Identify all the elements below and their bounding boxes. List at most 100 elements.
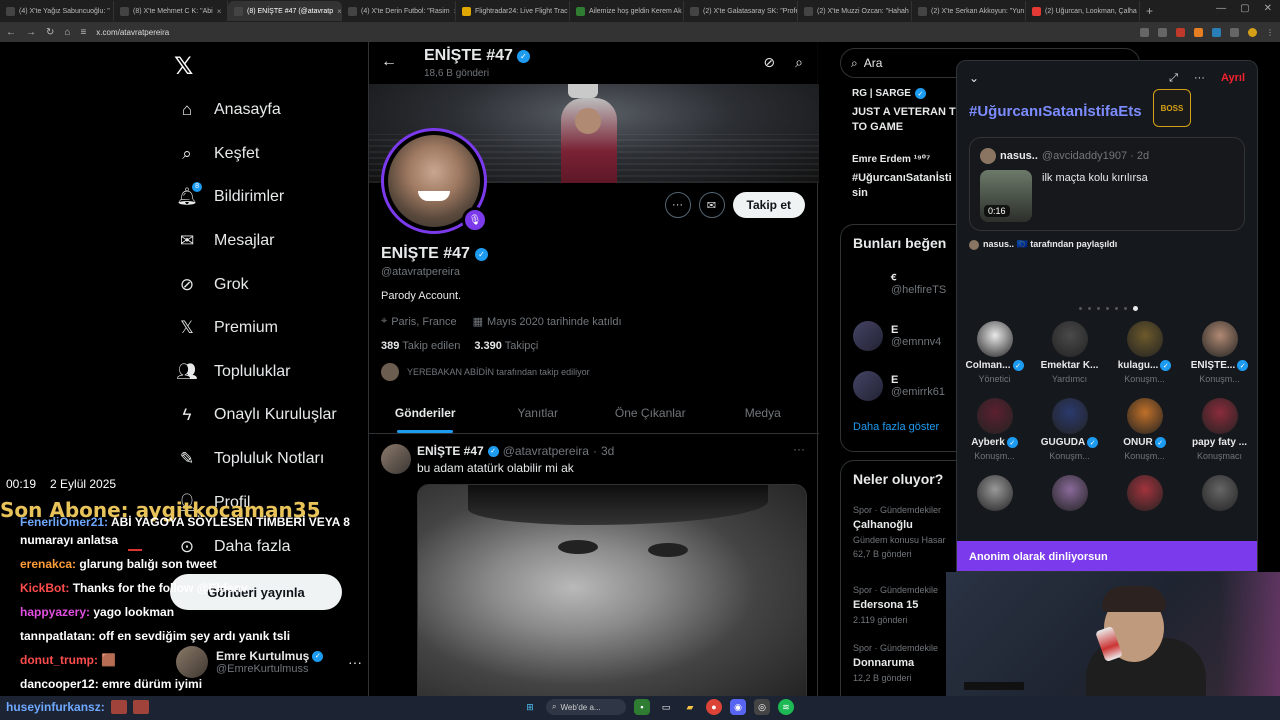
extension-icon[interactable] — [1158, 27, 1167, 37]
forward-arrow-icon[interactable]: → — [26, 27, 36, 38]
feed-post[interactable]: Emre Erdem ¹⁹⁰⁷ #UğurcanıSatanİsti sin — [852, 154, 952, 201]
nav-item-mesajlar[interactable]: ✉ Mesajlar — [176, 228, 275, 254]
profile-avatar[interactable]: 🎙 — [381, 128, 488, 234]
tab-posts[interactable]: Gönderiler — [369, 392, 482, 433]
microphone-icon[interactable]: 🎙 — [462, 207, 488, 233]
app-icon[interactable]: ▪ — [634, 699, 650, 715]
suggested-account[interactable]: E @emirrk61 — [853, 371, 945, 401]
space-speaker[interactable]: papy faty ... Konuşmacı — [1182, 398, 1257, 461]
trend-item[interactable]: Spor · Gündemdekile Edersona 15 2.119 gönd… — [853, 585, 938, 625]
extension-icon[interactable] — [1230, 27, 1239, 37]
space-speaker[interactable]: ONUR ✓ Konuşm... — [1107, 398, 1182, 461]
file-explorer-icon[interactable]: ▰ — [682, 699, 698, 715]
extension-icon[interactable] — [1194, 27, 1203, 37]
home-icon[interactable]: ⌂ — [64, 27, 70, 38]
taskbar-search[interactable]: ⌕ Web'de a... — [546, 699, 626, 715]
browser-tab[interactable]: (2) X'te Serkan Akkoyun: "Yun× — [912, 1, 1026, 21]
space-speaker[interactable] — [1182, 475, 1257, 517]
expand-icon[interactable]: ⤢ — [1169, 72, 1178, 85]
avatar[interactable] — [381, 444, 411, 474]
message-button[interactable]: ✉ — [698, 192, 725, 218]
browser-tab[interactable]: Ailemize hoş geldin Kerem Ak× — [570, 1, 684, 21]
suggested-account[interactable]: E @emnnv4 — [853, 321, 941, 351]
account-switcher[interactable]: Emre Kurtulmuş ✓ @EmreKurtulmuss ··· — [176, 646, 362, 678]
extension-icon[interactable] — [1140, 27, 1149, 37]
chat-username: erenakca: — [20, 557, 77, 571]
nav-item-bildirimler[interactable]: 🔔︎ 8 Bildirimler — [176, 182, 284, 210]
space-speaker[interactable]: kulagu... ✓ Konuşm... — [1107, 321, 1182, 384]
tab-media[interactable]: Medya — [707, 392, 820, 433]
nav-item-keşfet[interactable]: ⌕ Keşfet — [176, 141, 259, 167]
space-speaker[interactable]: Colman... ✓ Yönetici — [957, 321, 1032, 384]
nav-item-topluluklar[interactable]: 👥︎ Topluluklar — [176, 359, 290, 385]
collapse-chevron-icon[interactable]: ⌄ — [969, 71, 979, 85]
space-speaker[interactable] — [1107, 475, 1182, 517]
followed-by[interactable]: YEREBAKAN ABİDİN tarafından takip ediliy… — [381, 363, 590, 381]
close-icon[interactable]: × — [217, 7, 222, 16]
nav-item-grok[interactable]: ⊘ Grok — [176, 272, 249, 298]
browser-tab[interactable]: Flightradar24: Live Flight Trac× — [456, 1, 570, 21]
space-speaker[interactable] — [1032, 475, 1107, 517]
tweet-media[interactable] — [417, 484, 807, 696]
profile-bio: Parody Account. — [381, 290, 462, 302]
space-speaker[interactable]: ENİŞTE... ✓ Konuşm... — [1182, 321, 1257, 384]
tab-highlights[interactable]: Öne Çıkanlar — [594, 392, 707, 433]
feed-post[interactable]: RG | SARGE ✓ JUST A VETERAN TI TO GAME — [852, 88, 959, 135]
browser-tab[interactable]: (2) Uğurcan, Lookman, Çalha× — [1026, 1, 1140, 21]
back-arrow-icon[interactable]: ← — [381, 53, 397, 71]
chrome-icon[interactable]: ● — [706, 699, 722, 715]
extension-icon[interactable] — [1212, 27, 1221, 37]
tweet-time[interactable]: 3d — [601, 444, 614, 458]
more-icon[interactable]: ··· — [1194, 72, 1205, 84]
tab-replies[interactable]: Yanıtlar — [482, 392, 595, 433]
grok-icon[interactable]: ⊘ — [763, 54, 775, 71]
extension-icon[interactable] — [1176, 27, 1185, 37]
browser-tab[interactable]: (8) ENİŞTE #47 (@atavratp × — [228, 1, 342, 21]
browser-tab[interactable]: (8) X'te Mehmet C K: "Abi × — [114, 1, 228, 21]
space-speaker[interactable]: Ayberk ✓ Konuşm... — [957, 398, 1032, 461]
nav-item-onaylı-kuruluşlar[interactable]: ϟ Onaylı Kuruluşlar — [176, 402, 337, 428]
trend-item[interactable]: Spor · Gündemdekiler Çalhanoğlu Gündem kon… — [853, 505, 946, 559]
browser-tab[interactable]: (4) X'te Yağız Sabuncuoğlu: "× — [0, 1, 114, 21]
site-info-icon[interactable]: ≡ — [80, 27, 86, 38]
x-logo-icon[interactable]: 𝕏 — [174, 52, 193, 81]
nav-item-topluluk-notları[interactable]: ✎ Topluluk Notları — [176, 446, 324, 472]
space-speaker[interactable] — [957, 475, 1032, 517]
tweet[interactable]: ENİŞTE #47 ✓ @atavratpereira · 3d ··· bu… — [369, 434, 819, 696]
windows-start-icon[interactable]: ⊞ — [522, 699, 538, 715]
search-icon[interactable]: ⌕ — [795, 54, 803, 71]
nav-item-premium[interactable]: 𝕏 Premium — [176, 315, 278, 341]
pinned-post-card[interactable]: nasus.. @avcidaddy1907 · 2d 0:16 ilk maçt… — [969, 137, 1245, 231]
profile-avatar[interactable] — [1248, 27, 1257, 37]
tweet-author-name[interactable]: ENİŞTE #47 — [417, 444, 484, 458]
url-field[interactable]: x.com/atavratpereira — [96, 28, 169, 37]
more-icon[interactable]: ··· — [348, 654, 362, 670]
show-more-link[interactable]: Daha fazla göster — [853, 421, 939, 433]
more-icon[interactable]: ··· — [793, 442, 805, 456]
space-speaker[interactable]: GUGUDA ✓ Konuşm... — [1032, 398, 1107, 461]
space-speaker[interactable]: Emektar K... Yardımcı — [1032, 321, 1107, 384]
reload-icon[interactable]: ↻ — [46, 27, 54, 38]
browser-tab[interactable]: (2) X'te Muzzi Ozcan: "Hahah× — [798, 1, 912, 21]
discord-icon[interactable]: ◉ — [730, 699, 746, 715]
trend-item[interactable]: Spor · Gündemdekile Donnaruma 12,2 B gönde… — [853, 643, 938, 683]
spotify-icon[interactable]: ≋ — [778, 699, 794, 715]
maximize-icon[interactable]: ▢ — [1240, 3, 1249, 14]
post-text: JUST A VETERAN TI — [852, 106, 959, 118]
menu-icon[interactable]: ⋮ — [1266, 28, 1274, 37]
new-tab-icon[interactable]: + — [1140, 4, 1153, 18]
more-options-button[interactable]: ··· — [664, 192, 691, 218]
browser-tab[interactable]: (4) X'te Derin Futbol: "Rasim× — [342, 1, 456, 21]
following-link[interactable]: 389 Takip edilen — [381, 340, 460, 352]
nav-item-anasayfa[interactable]: ⌂ Anasayfa — [176, 97, 281, 123]
close-icon[interactable]: ✕ — [1264, 3, 1272, 14]
leave-button[interactable]: Ayrıl — [1221, 72, 1245, 84]
followers-link[interactable]: 3.390 Takipçi — [474, 340, 538, 352]
task-view-icon[interactable]: ▭ — [658, 699, 674, 715]
minimize-icon[interactable]: — — [1216, 3, 1226, 14]
browser-tab[interactable]: (2) X'te Galatasaray SK: "Profe× — [684, 1, 798, 21]
follow-button[interactable]: Takip et — [732, 192, 805, 218]
app-icon[interactable]: ◎ — [754, 699, 770, 715]
suggested-account[interactable]: ꞓ @helfireTS — [853, 267, 946, 297]
back-arrow-icon[interactable]: ← — [6, 27, 16, 38]
